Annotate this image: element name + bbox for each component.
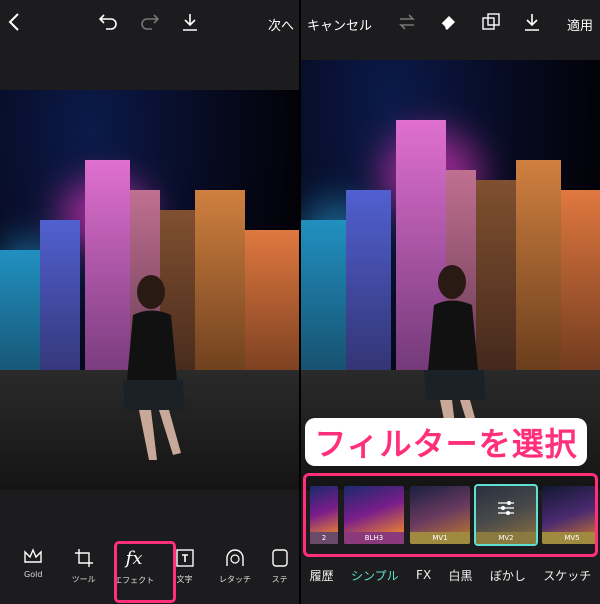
tab-fx[interactable]: FX [416,568,431,582]
tool-label: レタッチ [218,575,251,584]
filter-label: BLH3 [344,532,404,544]
tool-gold[interactable]: Gold [8,540,58,579]
tool-label: ツール [71,575,96,584]
filter-thumb-selected[interactable]: MV2 [474,484,538,546]
cancel-button[interactable]: キャンセル [307,15,372,34]
face-icon [224,548,246,568]
filter-thumb[interactable]: MV1 [410,486,470,544]
filter-label: MV2 [476,532,536,544]
filter-thumb[interactable]: MV5 [542,486,595,544]
next-button[interactable]: 次へ [268,15,294,34]
right-top-bar: キャンセル 適用 [301,0,600,44]
filter-label: 2 [310,532,338,544]
banner-text: フィルターを選択 [314,425,578,463]
filter-strip: 2 BLH3 MV1 MV2 MV5 [303,473,598,557]
filter-label: MV1 [410,532,470,544]
redo-icon[interactable] [140,13,160,31]
filter-category-tabs: 履歴 シンプル FX 白黒 ぼかし スケッチ [301,560,600,590]
adjust-sliders-icon[interactable] [496,498,516,518]
tool-label: 文字 [176,575,193,584]
swap-icon[interactable] [397,13,417,31]
tab-blur[interactable]: ぼかし [490,567,526,584]
tab-history[interactable]: 履歴 [310,567,334,584]
left-top-bar: 次へ [0,0,299,44]
crown-icon [23,548,43,564]
instruction-banner: フィルターを選択 [305,418,587,466]
tab-simple[interactable]: シンプル [351,567,399,584]
effects-highlight-box [114,541,176,603]
filter-thumb[interactable]: BLH3 [344,486,404,544]
tool-label: Gold [24,570,43,579]
tab-black-white[interactable]: 白黒 [449,567,473,584]
tool-label: ステ [271,575,288,584]
undo-icon[interactable] [98,13,118,31]
filter-label: MV5 [542,532,595,544]
sticker-icon [271,548,289,568]
tool-crop[interactable]: ツール [58,540,108,585]
filter-thumb[interactable]: 2 [310,486,338,544]
eraser-icon[interactable] [438,13,458,31]
tool-retouch[interactable]: レタッチ [210,540,260,585]
back-chevron-icon[interactable] [8,12,20,32]
download-icon[interactable] [523,12,541,32]
tab-sketch[interactable]: スケッチ [543,567,591,584]
compare-icon[interactable] [481,12,501,32]
editor-panel-left: 次へ Gold ツール fx エフェクト 文字 レタッチ ステ [0,0,299,604]
editor-panel-right: キャンセル 適用 フィルターを選択 2 BLH3 MV1 MV2 MV5 履歴 … [301,0,600,604]
crop-icon [74,548,94,568]
apply-button[interactable]: 適用 [567,15,593,34]
text-icon [175,548,195,568]
photo-preview [0,90,299,490]
tool-sticker[interactable]: ステ [260,540,299,585]
person-figure-icon [123,275,185,460]
download-icon[interactable] [181,12,199,32]
